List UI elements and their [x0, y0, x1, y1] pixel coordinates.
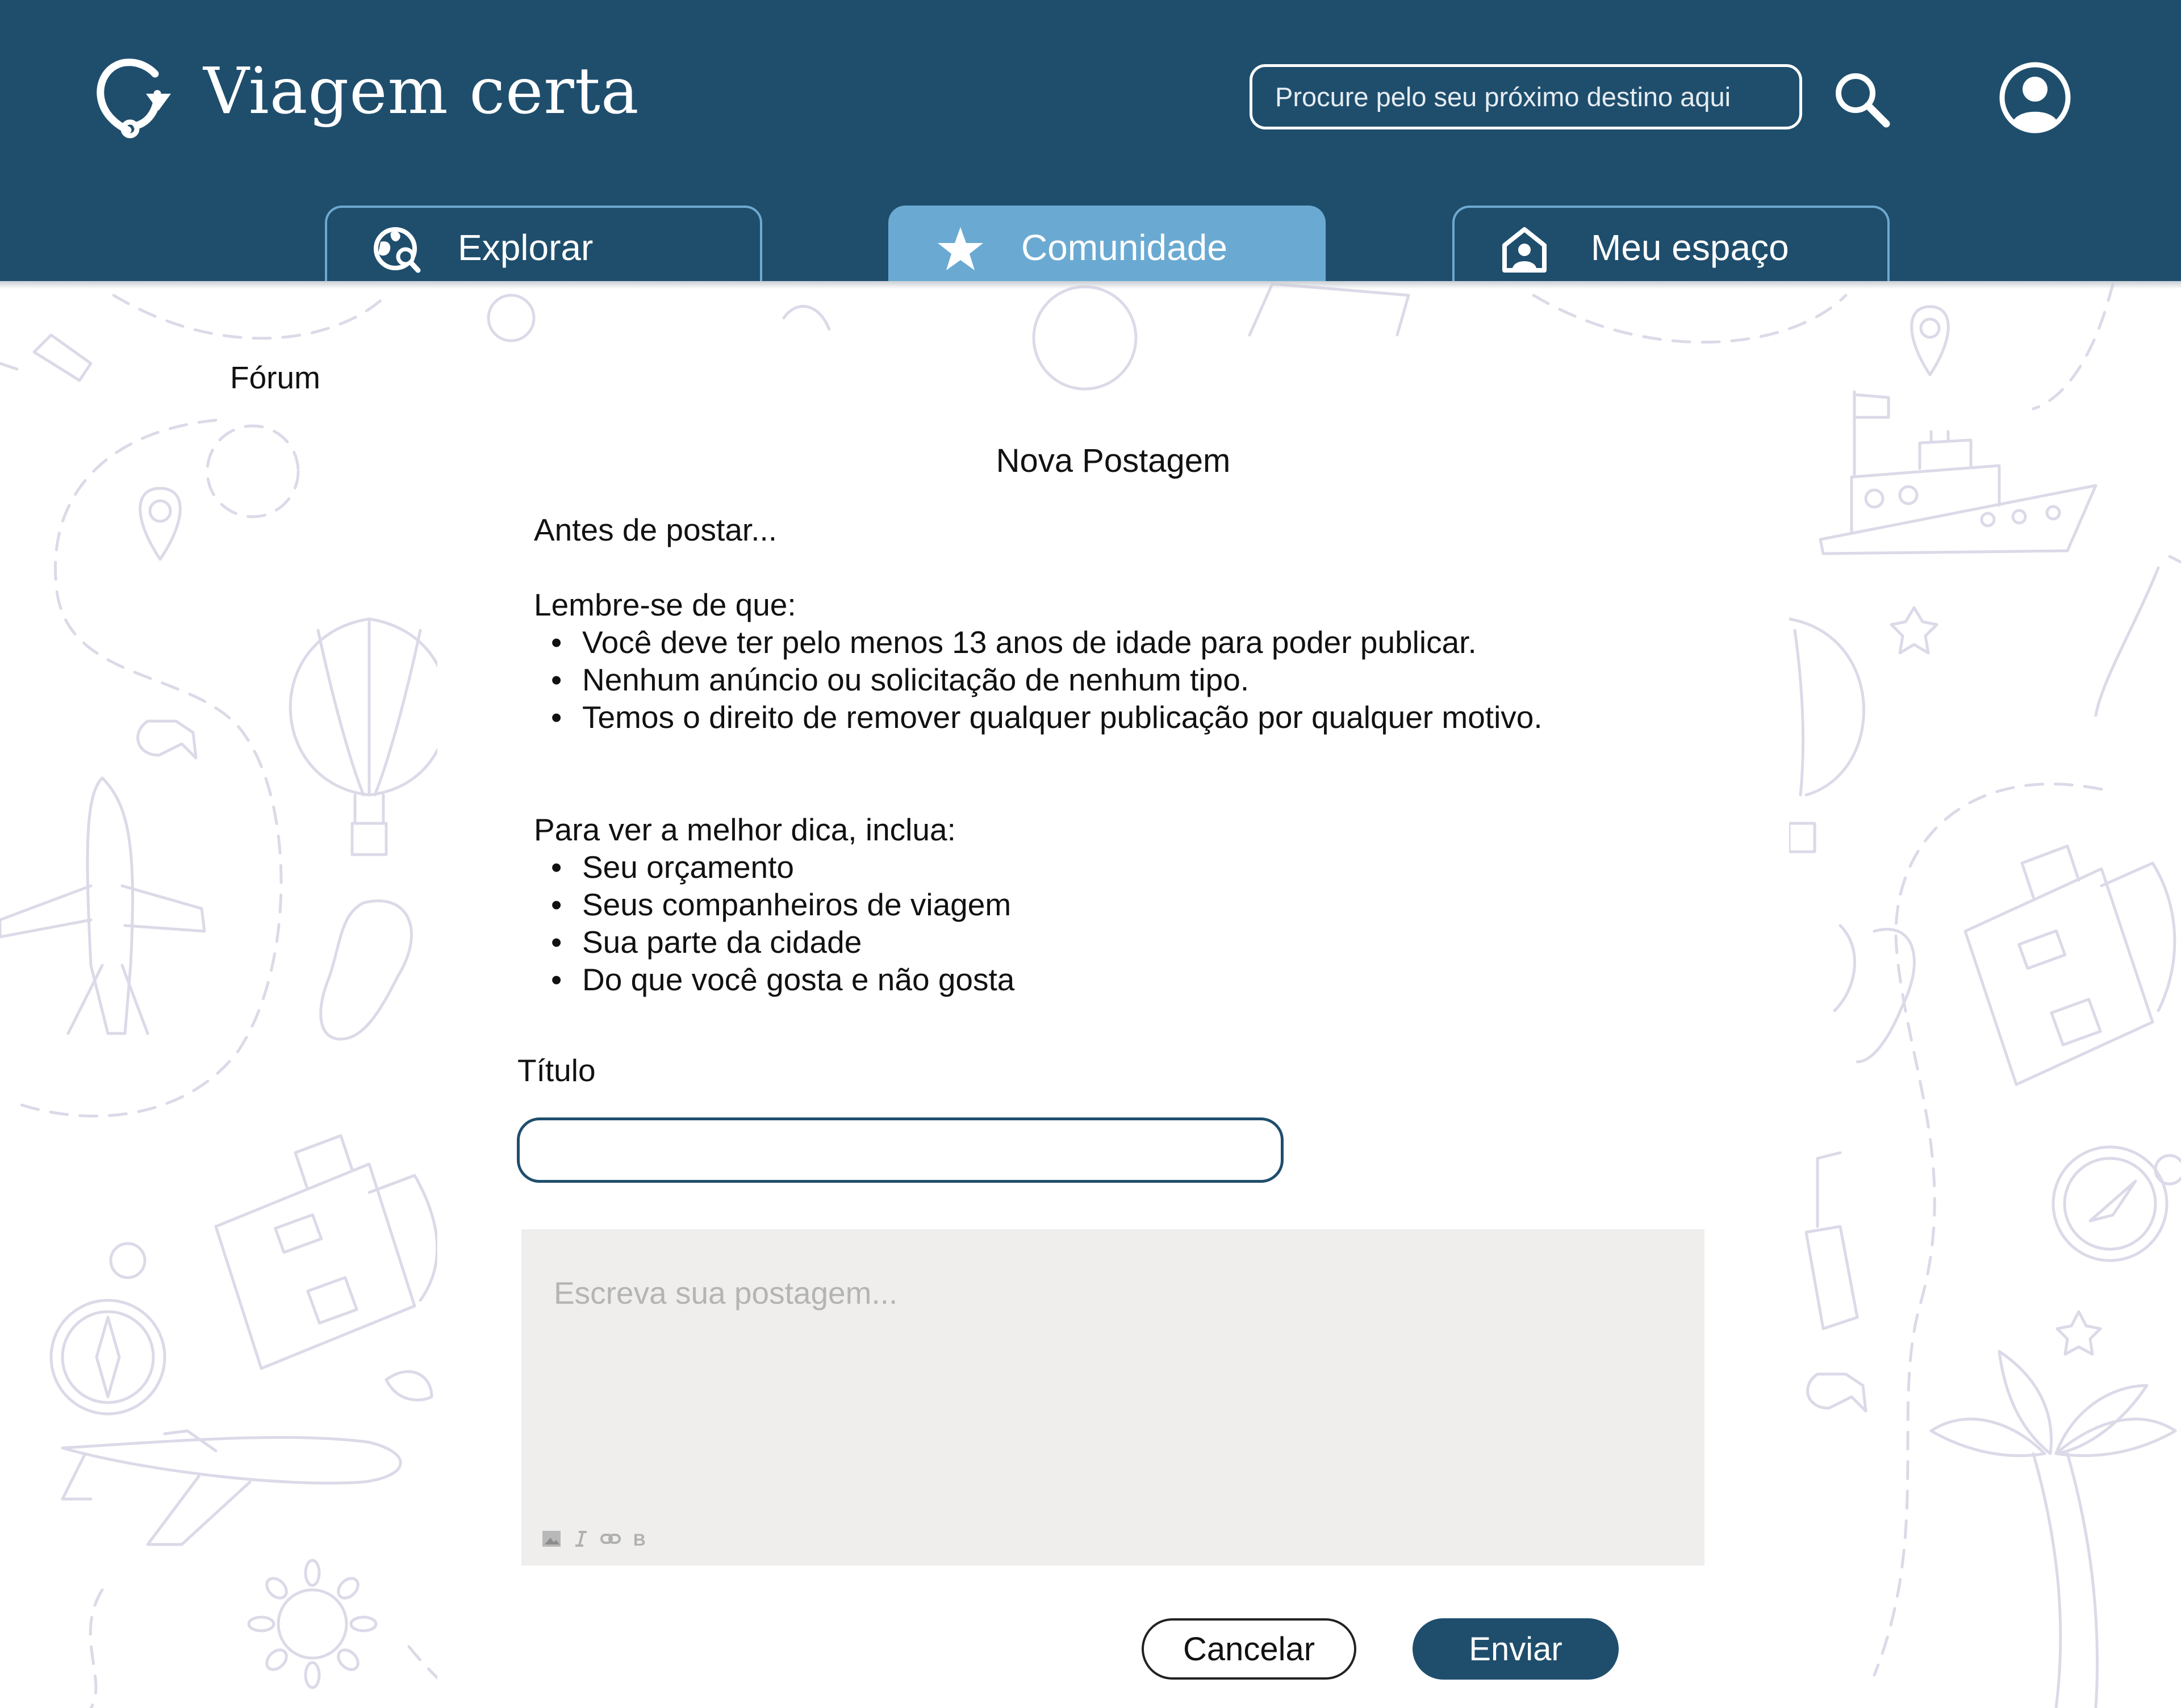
cancel-button[interactable]: Cancelar	[1142, 1618, 1356, 1680]
tips-heading: Para ver a melhor dica, inclua:	[534, 812, 956, 847]
new-post-panel: Nova Postagem Antes de postar... Lembre-…	[437, 392, 1789, 1708]
tab-meu-espaco[interactable]: Meu espaço	[1452, 206, 1890, 281]
list-item: Sua parte da cidade	[534, 923, 1727, 961]
title-field-label: Título	[517, 1053, 596, 1088]
tab-label: Explorar	[458, 227, 594, 268]
star-icon	[938, 227, 983, 270]
link-icon[interactable]	[600, 1529, 621, 1549]
list-item: Você deve ter pelo menos 13 anos de idad…	[534, 623, 1727, 661]
list-item: Do que você gosta e não gosta	[534, 961, 1727, 998]
tab-label: Comunidade	[1021, 227, 1227, 268]
tips-list: Seu orçamento Seus companheiros de viage…	[534, 848, 1727, 998]
home-user-icon	[1502, 227, 1547, 273]
rules-heading: Lembre-se de que:	[534, 587, 796, 622]
post-editor[interactable]: B	[521, 1229, 1704, 1565]
bold-icon[interactable]: B	[630, 1529, 650, 1549]
globe-search-icon	[374, 227, 421, 273]
title-field[interactable]	[517, 1117, 1284, 1183]
list-item: Temos o direito de remover qualquer publ…	[534, 698, 1727, 736]
tab-comunidade[interactable]: Comunidade	[888, 206, 1326, 281]
editor-toolbar: B	[541, 1527, 650, 1550]
list-item: Seus companheiros de viagem	[534, 886, 1727, 923]
tab-label: Meu espaço	[1591, 227, 1789, 268]
svg-text:B: B	[633, 1531, 646, 1549]
list-item: Nenhum anúncio ou solicitação de nenhum …	[534, 661, 1727, 698]
title-input[interactable]	[520, 1120, 1281, 1180]
page-title: Nova Postagem	[996, 442, 1231, 479]
app-name: Viagem certa	[203, 55, 640, 128]
list-item: Seu orçamento	[534, 848, 1727, 886]
send-button[interactable]: Enviar	[1413, 1618, 1619, 1680]
search-field[interactable]	[1250, 64, 1802, 129]
tab-explorar[interactable]: Explorar	[325, 206, 762, 281]
posting-guidelines: Antes de postar... Lembre-se de que: Voc…	[534, 511, 1727, 998]
search-icon[interactable]	[1832, 69, 1891, 129]
user-profile-icon[interactable]	[1998, 61, 2072, 135]
guidelines-intro: Antes de postar...	[534, 512, 778, 547]
image-icon[interactable]	[541, 1529, 562, 1549]
app-header: Viagem certa Explorar Comunidade	[0, 0, 2181, 281]
header-shadow	[0, 281, 2181, 289]
italic-icon[interactable]	[571, 1529, 591, 1549]
search-input[interactable]	[1252, 67, 1799, 127]
rules-list: Você deve ter pelo menos 13 anos de idad…	[534, 623, 1727, 736]
post-body-textarea[interactable]	[521, 1229, 1704, 1513]
logo-icon	[97, 58, 171, 139]
breadcrumb-forum[interactable]: Fórum	[230, 359, 320, 396]
